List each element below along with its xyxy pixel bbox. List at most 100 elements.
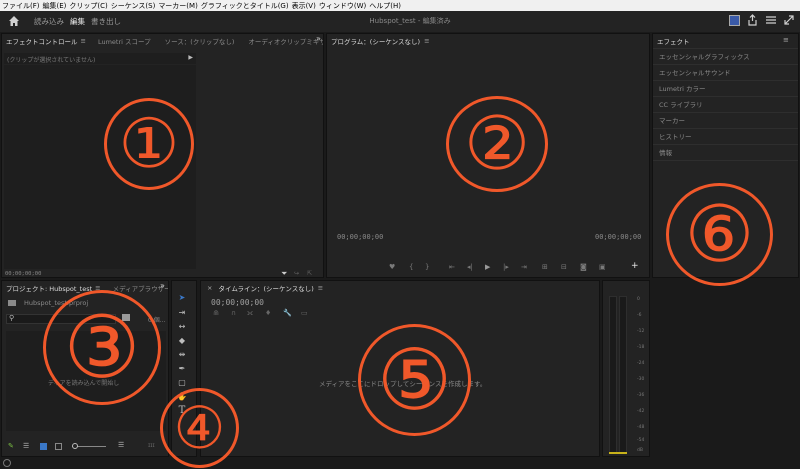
tab-export[interactable]: 書き出し [91, 16, 121, 27]
effects-header: エフェクト [653, 34, 798, 47]
menu-sequence[interactable]: シーケンス(S) [111, 1, 156, 11]
menu-window[interactable]: ウィンドウ(W) [319, 1, 366, 11]
add-marker-icon[interactable]: ♦ [265, 309, 271, 317]
zoom-slider[interactable] [72, 443, 106, 449]
meter-label-0: 0 [637, 297, 640, 302]
rectangle-tool-icon[interactable]: ▢ [176, 376, 188, 388]
no-clip-label: (クリップが選択されていません) [7, 57, 96, 64]
no-clip-bar: (クリップが選択されていません) ▶ [4, 53, 196, 64]
zoom-slider-handle[interactable] [72, 443, 78, 449]
mark-in-icon[interactable]: { [409, 263, 413, 271]
tab-import[interactable]: 読み込み [34, 16, 64, 27]
nest-icon[interactable]: ⋒ [213, 309, 219, 317]
effects-item-lumetri-color[interactable]: Lumetri カラー [659, 83, 706, 93]
filter-icon[interactable]: ⏷ [281, 269, 287, 279]
step-back-icon[interactable]: ◂| [467, 263, 473, 271]
meter-label-30: -30 [637, 377, 645, 382]
effects-item-history[interactable]: ヒストリー [659, 131, 692, 141]
ripple-edit-tool-icon[interactable]: ↔ [176, 320, 188, 332]
meter-label-54: -54 [637, 438, 645, 443]
panel-overflow-icon[interactable]: » [316, 34, 321, 43]
tab-edit[interactable]: 編集 [70, 16, 85, 27]
track-select-tool-icon[interactable]: ⇥ [176, 306, 188, 318]
selection-tool-icon[interactable]: ➤ [176, 291, 188, 303]
button-editor-icon[interactable]: + [631, 261, 639, 271]
panel-overflow-icon[interactable]: » [160, 281, 165, 290]
meter-label-6: -6 [637, 313, 642, 318]
menu-lines-icon[interactable] [766, 15, 776, 27]
snap-icon[interactable]: ∩ [231, 309, 236, 317]
annotation-2: ② [446, 96, 548, 192]
panel-menu-icon[interactable]: ≡ [81, 37, 86, 45]
loop-icon[interactable]: ↪ [294, 270, 299, 277]
icon-view-icon[interactable] [40, 443, 47, 450]
play-triangle-icon[interactable]: ▶ [188, 54, 193, 61]
status-bar [0, 458, 800, 469]
menu-edit[interactable]: 編集(E) [43, 1, 67, 11]
extract-icon[interactable]: ⊟ [561, 263, 567, 271]
program-timecode-right: 00;00;00;00 [595, 233, 642, 241]
settings-wrench-icon[interactable]: 🔧 [283, 309, 292, 317]
pen-tool-icon[interactable]: ✒ [176, 362, 188, 374]
slip-tool-icon[interactable]: ⇹ [176, 348, 188, 360]
status-icon[interactable] [3, 459, 11, 467]
linked-selection-icon[interactable]: ⟗ [247, 309, 253, 318]
comparison-view-icon[interactable]: ▣ [599, 263, 606, 271]
timeline-header: × タイムライン：(シーケンスなし) ≡ [201, 281, 599, 294]
captions-icon[interactable]: ▭ [301, 309, 308, 317]
camera-icon[interactable]: ◙ [580, 263, 587, 271]
menu-file[interactable]: ファイル(F) [2, 1, 40, 11]
step-forward-icon[interactable]: |▸ [503, 263, 509, 271]
timeline-title: タイムライン：(シーケンスなし) [218, 284, 314, 293]
effects-item-essential-sound[interactable]: エッセンシャルサウンド [659, 67, 731, 77]
audio-meter-left [609, 296, 617, 454]
menu-help[interactable]: ヘルプ(H) [369, 1, 401, 11]
freeform-view-icon[interactable] [55, 443, 62, 450]
fullscreen-icon[interactable] [784, 15, 794, 27]
meter-label-36: -36 [637, 393, 645, 398]
list-view-icon[interactable]: ☰ [23, 442, 29, 450]
tab-lumetri-scopes[interactable]: Lumetri スコープ [98, 36, 151, 46]
effects-item-essential-graphics[interactable]: エッセンシャルグラフィックス [659, 51, 750, 61]
share-icon[interactable] [747, 14, 758, 28]
panel-menu-icon[interactable]: ≡ [318, 284, 323, 292]
effect-controls-timecode: 00;00;00;00 [5, 271, 42, 277]
timeline-toolbar: ⋒ ∩ ⟗ ♦ 🔧 ▭ [213, 309, 313, 319]
go-to-out-icon[interactable]: ⇥ [521, 263, 527, 271]
play-icon[interactable]: ▶ [485, 263, 490, 271]
menu-clip[interactable]: クリップ(C) [69, 1, 107, 11]
effects-item-markers[interactable]: マーカー [659, 115, 685, 125]
meter-label-db: dB [637, 448, 643, 453]
effects-item-info[interactable]: 情報 [659, 147, 672, 157]
timeline-timecode: 00;00;00;00 [211, 298, 264, 307]
mark-out-icon[interactable]: } [425, 263, 429, 271]
annotation-3: ③ [43, 290, 161, 405]
tab-source[interactable]: ソース：(クリップなし) [165, 36, 235, 46]
menu-view[interactable]: 表示(V) [292, 1, 316, 11]
tab-project[interactable]: プロジェクト: Hubspot_test [6, 283, 92, 293]
annotation-6: ⑥ [666, 183, 773, 286]
pencil-icon[interactable]: ✎ [8, 442, 14, 450]
effects-title: エフェクト [657, 37, 690, 46]
folder-icon [8, 300, 16, 306]
home-icon[interactable] [8, 15, 22, 29]
panel-menu-icon[interactable]: ≡ [783, 36, 789, 44]
workspace-bar: 読み込み 編集 書き出し Hubspot_test - 編集済み [0, 11, 800, 32]
tab-audio-clip-mixer[interactable]: オーディオクリップミキサー： [248, 36, 323, 46]
effects-item-cc-libraries[interactable]: CC ライブラリ [659, 99, 703, 109]
panel-menu-icon[interactable]: ≡ [424, 37, 429, 45]
audio-meter-panel: 0 -6 -12 -18 -24 -30 -36 -42 -48 -54 dB [602, 280, 650, 457]
audio-meter-right [619, 296, 627, 454]
close-icon[interactable]: × [207, 284, 212, 292]
go-to-in-icon[interactable]: ⇤ [449, 263, 455, 271]
add-marker-icon[interactable]: ♥ [389, 263, 395, 271]
export-frame-icon[interactable]: ⇱ [307, 270, 312, 277]
menu-marker[interactable]: マーカー(M) [158, 1, 198, 11]
lift-icon[interactable]: ⊞ [542, 263, 548, 271]
sort-icon[interactable]: ☰ [118, 441, 124, 449]
razor-tool-icon[interactable]: ◆ [176, 334, 188, 346]
menu-graphics[interactable]: グラフィックとタイトル(G) [201, 1, 289, 11]
quick-export-icon[interactable] [729, 15, 740, 26]
search-icon: ⚲ [9, 314, 15, 322]
tab-effect-controls[interactable]: エフェクトコントロール [6, 36, 78, 46]
